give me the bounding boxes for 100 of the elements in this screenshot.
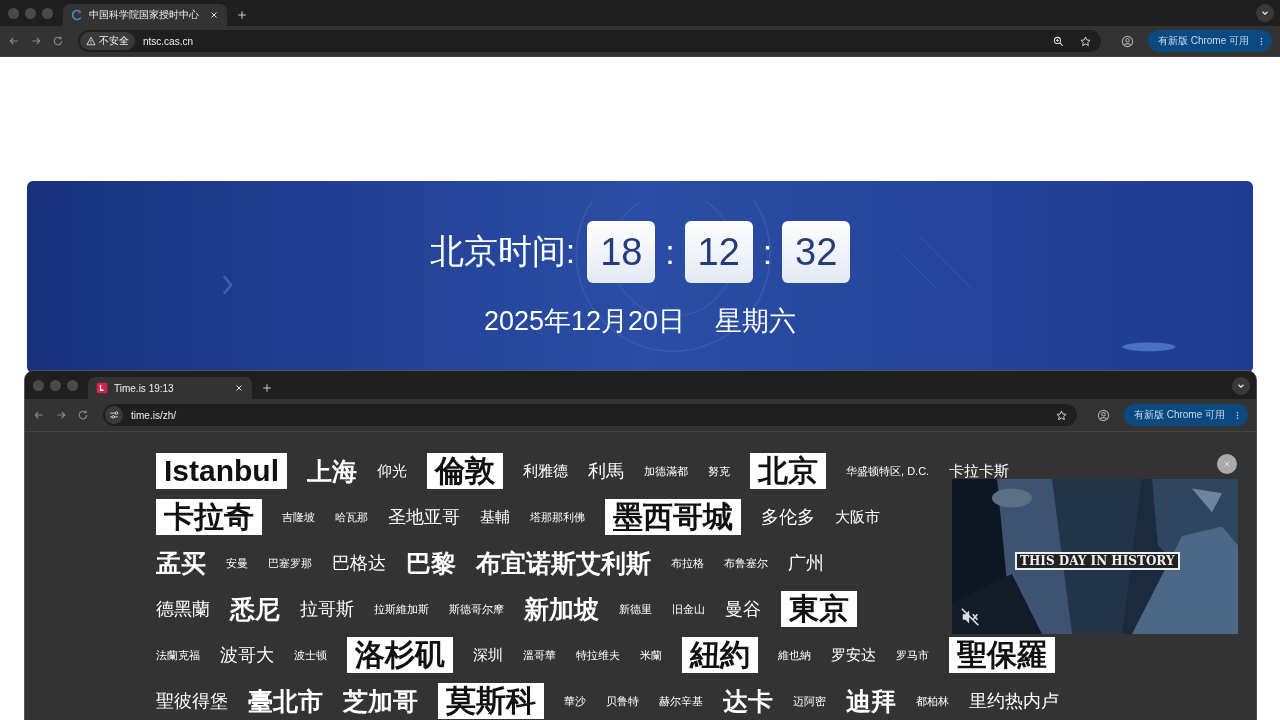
city-label[interactable]: 莫斯科 <box>438 683 544 719</box>
city-link[interactable]: 巴塞罗那 <box>268 555 312 571</box>
city-link[interactable]: 大阪市 <box>835 507 880 527</box>
city-link[interactable]: 拉斯維加斯 <box>374 601 429 617</box>
city-link[interactable]: 米蘭 <box>640 647 662 663</box>
city-label[interactable]: 東京 <box>781 591 857 627</box>
forward-icon[interactable] <box>55 409 67 421</box>
close-button[interactable] <box>1217 454 1237 474</box>
time-digits: 12 <box>684 221 753 283</box>
new-tab-icon[interactable] <box>237 10 247 20</box>
city-link[interactable]: 悉尼 <box>230 592 280 626</box>
city-link[interactable]: 吉隆坡 <box>282 509 315 525</box>
city-link[interactable]: 加德滿都 <box>644 463 688 479</box>
address-bar[interactable]: 不安全 ntsc.cas.cn <box>78 30 1101 52</box>
city-link[interactable]: 罗马市 <box>896 647 929 663</box>
city-label[interactable]: 卡拉奇 <box>156 499 262 535</box>
tab-title: Time.is 19:13 <box>114 382 175 394</box>
city-link[interactable]: 斯德哥尔摩 <box>449 601 504 617</box>
profile-icon[interactable] <box>1120 34 1134 48</box>
bookmark-star-icon[interactable] <box>1055 409 1067 421</box>
city-link[interactable]: 維也納 <box>778 647 811 663</box>
city-label[interactable]: 北京 <box>750 453 826 489</box>
city-link[interactable]: 曼谷 <box>725 597 761 621</box>
city-link[interactable]: 多伦多 <box>761 505 815 529</box>
city-link[interactable]: 罗安达 <box>831 645 876 665</box>
city-link[interactable]: 华盛顿特区, D.C. <box>846 463 930 479</box>
city-link[interactable]: 广州 <box>788 551 824 575</box>
bookmark-star-icon[interactable] <box>1079 35 1091 47</box>
tab-search-button[interactable] <box>1256 4 1274 22</box>
city-label[interactable]: 倫敦 <box>427 453 503 489</box>
city-link[interactable]: 拉哥斯 <box>300 597 354 621</box>
city-label[interactable]: 聖保羅 <box>949 637 1055 673</box>
back-icon[interactable] <box>8 35 20 47</box>
city-link[interactable]: 哈瓦那 <box>335 509 368 525</box>
city-link[interactable]: 臺北市 <box>248 684 323 718</box>
zoom-icon[interactable] <box>1052 35 1064 47</box>
browser-tab[interactable]: Time.is 19:13 <box>88 377 252 399</box>
city-link[interactable]: 布拉格 <box>671 555 704 571</box>
city-link[interactable]: 圣地亚哥 <box>388 505 460 529</box>
city-link[interactable]: 塔那那利佛 <box>530 509 585 525</box>
city-link[interactable]: 达卡 <box>723 684 773 718</box>
city-link[interactable]: 利馬 <box>588 459 624 483</box>
time-separator: : <box>762 232 773 272</box>
close-icon[interactable] <box>234 383 244 393</box>
browser-tab[interactable]: 中国科学院国家授时中心 <box>63 4 227 26</box>
city-link[interactable]: 赫尔辛基 <box>659 693 703 709</box>
city-link[interactable]: 布鲁塞尔 <box>724 555 768 571</box>
time-digits: 32 <box>782 221 851 283</box>
city-link[interactable]: 波士顿 <box>294 647 327 663</box>
city-link[interactable]: 孟买 <box>156 546 206 580</box>
city-link[interactable]: 利雅德 <box>523 461 568 481</box>
city-link[interactable]: 溫哥華 <box>523 647 556 663</box>
city-link[interactable]: 芝加哥 <box>343 684 418 718</box>
security-badge[interactable]: 不安全 <box>80 32 135 50</box>
city-link[interactable]: 新加坡 <box>524 592 599 626</box>
city-link[interactable]: 卡拉卡斯 <box>949 461 1010 481</box>
city-label[interactable]: 墨西哥城 <box>605 499 741 535</box>
tab-search-button[interactable] <box>1232 377 1250 395</box>
city-label[interactable]: 洛杉矶 <box>347 637 453 673</box>
weekday-text: 星期六 <box>715 305 797 338</box>
city-link[interactable]: 華沙 <box>564 693 586 709</box>
site-settings-button[interactable] <box>105 406 123 424</box>
city-link[interactable]: 波哥大 <box>220 643 274 667</box>
update-chrome-button[interactable]: 有新版 Chrome 可用 <box>1123 404 1248 426</box>
city-link[interactable]: 布宜诺斯艾利斯 <box>476 546 651 580</box>
city-link[interactable]: 新德里 <box>619 601 652 617</box>
city-link[interactable]: 巴黎 <box>406 546 456 580</box>
city-link[interactable]: 贝鲁特 <box>606 693 639 709</box>
city-link[interactable]: 安曼 <box>226 555 248 571</box>
muted-speaker-icon[interactable] <box>960 606 982 628</box>
city-link[interactable]: 德黑蘭 <box>156 597 210 621</box>
video-caption: THIS DAY IN HISTORY <box>1015 552 1180 570</box>
reload-icon[interactable] <box>77 409 89 421</box>
city-link[interactable]: 都柏林 <box>916 693 949 709</box>
city-link[interactable]: 法蘭克福 <box>156 647 200 663</box>
city-link[interactable]: 迪拜 <box>846 684 896 718</box>
city-link[interactable]: 深圳 <box>473 645 503 665</box>
reload-icon[interactable] <box>52 35 64 47</box>
city-link[interactable]: 上海 <box>307 454 357 488</box>
city-link[interactable]: 迈阿密 <box>793 693 826 709</box>
close-icon[interactable] <box>209 10 219 20</box>
city-link[interactable]: 巴格达 <box>332 551 386 575</box>
sliders-icon <box>109 410 119 420</box>
city-link[interactable]: 里约热内卢 <box>969 689 1059 713</box>
update-chrome-button[interactable]: 有新版 Chrome 可用 <box>1147 30 1272 52</box>
new-tab-icon[interactable] <box>262 383 272 393</box>
city-link[interactable]: 努克 <box>708 463 730 479</box>
city-label[interactable]: Istanbul <box>156 453 287 489</box>
city-link[interactable]: 聖彼得堡 <box>156 689 228 713</box>
city-label[interactable]: 紐約 <box>682 637 758 673</box>
close-icon <box>1222 459 1232 469</box>
city-link[interactable]: 基輔 <box>480 507 510 527</box>
profile-icon[interactable] <box>1096 408 1110 422</box>
forward-icon[interactable] <box>30 35 42 47</box>
city-link[interactable]: 仰光 <box>377 461 407 481</box>
city-link[interactable]: 特拉维夫 <box>576 647 620 663</box>
city-link[interactable]: 旧金山 <box>672 601 705 617</box>
video-player[interactable]: THIS DAY IN HISTORY <box>952 479 1238 634</box>
address-bar[interactable]: time.is/zh/ <box>103 404 1077 426</box>
back-icon[interactable] <box>33 409 45 421</box>
